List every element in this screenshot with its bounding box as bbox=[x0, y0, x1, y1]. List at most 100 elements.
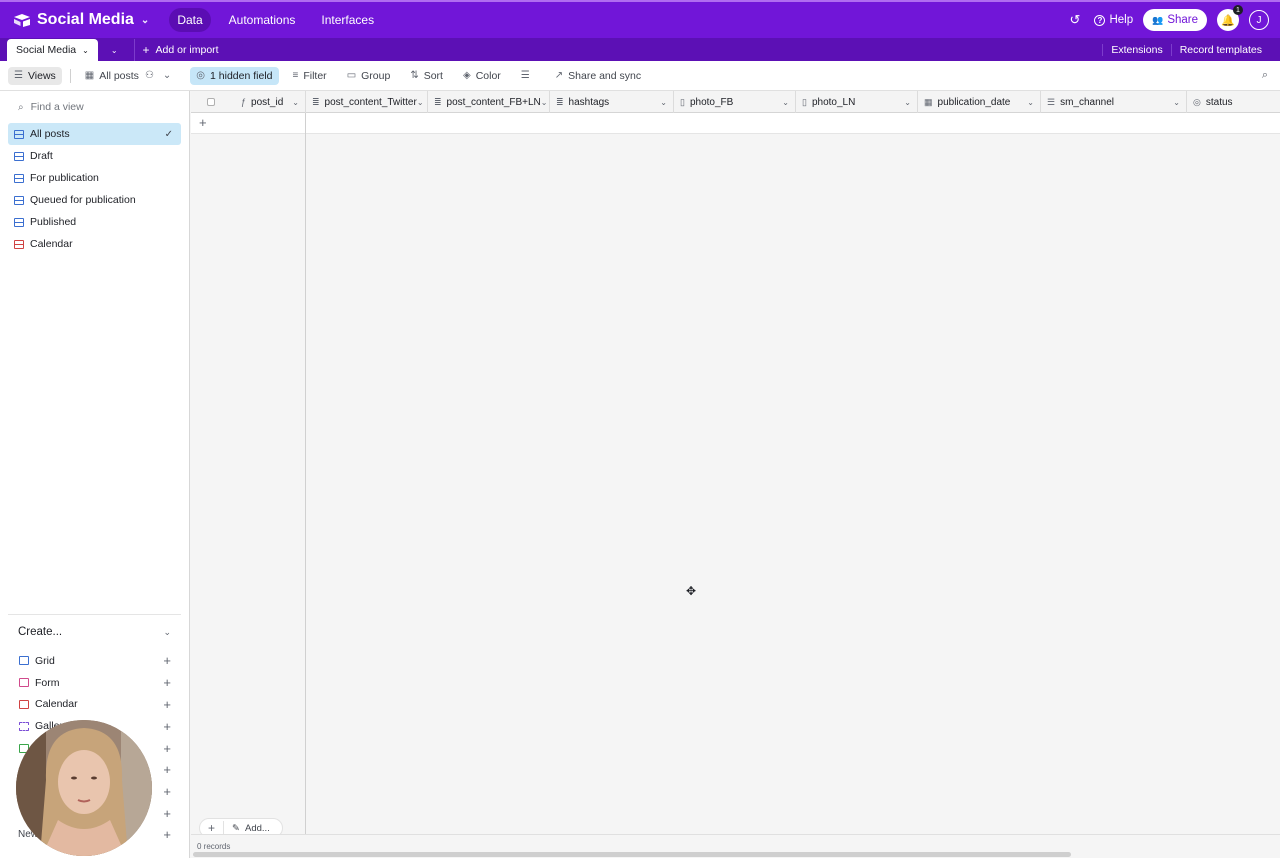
column-header-sm-channel[interactable]: ☰ sm_channel ⌄ bbox=[1041, 91, 1187, 113]
group-label: Group bbox=[361, 69, 391, 82]
plus-icon: + bbox=[163, 805, 171, 821]
views-toggle-button[interactable]: ☰ Views bbox=[8, 66, 62, 85]
share-and-sync-label: Share and sync bbox=[568, 69, 642, 82]
horizontal-scrollbar[interactable] bbox=[193, 852, 1071, 857]
view-item-label: Queued for publication bbox=[30, 194, 136, 206]
column-header-label: photo_LN bbox=[811, 96, 856, 108]
plus-icon[interactable]: + bbox=[163, 827, 171, 842]
group-button[interactable]: ▭ Group bbox=[341, 67, 397, 85]
view-item-for-publication[interactable]: For publication bbox=[8, 167, 181, 189]
current-view-menu[interactable]: ▦ All posts ⚇ ⌄ bbox=[79, 67, 183, 85]
column-header-hashtags[interactable]: ≣ hashtags ⌄ bbox=[550, 91, 674, 113]
long-text-icon: ≣ bbox=[434, 96, 442, 107]
chevron-down-icon: ⌄ bbox=[292, 97, 299, 107]
column-header-label: post_id bbox=[251, 96, 284, 108]
nav-data[interactable]: Data bbox=[169, 8, 211, 32]
view-toolbar: ☰ Views ▦ All posts ⚇ ⌄ ◎ 1 hidden field… bbox=[0, 61, 1280, 91]
column-header-post-id[interactable]: ƒ post_id ⌄ bbox=[231, 91, 306, 113]
table-tab-social-media[interactable]: Social Media ⌄ bbox=[7, 39, 98, 61]
column-header-publication-date[interactable]: ▦ publication_date ⌄ bbox=[918, 91, 1041, 113]
help-button[interactable]: ? Help bbox=[1094, 14, 1133, 26]
column-header-photo-ln[interactable]: ▯ photo_LN ⌄ bbox=[796, 91, 918, 113]
color-button[interactable]: ◈ Color bbox=[457, 67, 507, 85]
column-header-post-content-fb-ln[interactable]: ≣ post_content_FB+LN ⌄ bbox=[428, 91, 550, 113]
view-item-label: Calendar bbox=[30, 238, 73, 250]
calendar-view-icon bbox=[14, 239, 24, 249]
chevron-down-icon: ⌄ bbox=[416, 97, 424, 107]
row-height-button[interactable]: ☰ bbox=[515, 67, 541, 84]
column-header-photo-fb[interactable]: ▯ photo_FB ⌄ bbox=[674, 91, 796, 113]
calendar-view-icon bbox=[19, 699, 29, 709]
view-item-queued-for-publication[interactable]: Queued for publication bbox=[8, 189, 181, 211]
plus-icon: + bbox=[142, 43, 150, 57]
record-count: 0 records bbox=[197, 842, 231, 851]
plus-icon: + bbox=[163, 696, 171, 712]
chevron-down-icon: ⌄ bbox=[162, 70, 172, 81]
records-grid: + ƒ post_id ⌄ ≣ post_content_Twitter ⌄ ≣… bbox=[191, 91, 1280, 858]
find-view-input[interactable]: ⌕ Find a view bbox=[0, 91, 189, 123]
column-header-label: publication_date bbox=[937, 96, 1011, 108]
hamburger-icon: ☰ bbox=[14, 70, 23, 81]
question-icon: ? bbox=[1094, 14, 1106, 26]
tables-menu-chevron-icon[interactable]: ⌄ bbox=[111, 39, 118, 61]
add-or-import-button[interactable]: + Add or import bbox=[133, 39, 219, 61]
presenter-video-image bbox=[16, 720, 152, 856]
group-icon: ▭ bbox=[346, 70, 357, 81]
share-and-sync-button[interactable]: ↗ Share and sync bbox=[549, 67, 647, 85]
create-section-toggle[interactable]: Create... ⌄ bbox=[18, 626, 171, 638]
formula-icon: ƒ bbox=[241, 97, 247, 107]
share-button[interactable]: 👥 Share bbox=[1143, 9, 1207, 31]
chevron-down-icon: ⌄ bbox=[660, 97, 667, 107]
views-list: All posts ✓ Draft For publication Queued… bbox=[0, 123, 189, 255]
plus-icon: + bbox=[163, 653, 171, 669]
base-name-menu[interactable]: Social Media ⌄ bbox=[37, 11, 149, 29]
view-item-label: Published bbox=[30, 216, 77, 228]
hide-fields-button[interactable]: ◎ 1 hidden field bbox=[190, 66, 279, 85]
create-grid-view[interactable]: Grid + bbox=[19, 650, 171, 672]
external-share-icon: ↗ bbox=[554, 70, 564, 81]
view-item-published[interactable]: Published bbox=[8, 211, 181, 233]
multi-select-icon: ☰ bbox=[1047, 96, 1056, 107]
notifications-button[interactable]: 🔔 1 bbox=[1217, 5, 1243, 31]
create-calendar-view[interactable]: Calendar + bbox=[19, 694, 171, 716]
views-label: Views bbox=[27, 69, 56, 82]
find-view-placeholder: Find a view bbox=[30, 101, 84, 113]
column-header-label: status bbox=[1205, 96, 1233, 108]
column-header-status[interactable]: ◎ status bbox=[1187, 91, 1280, 113]
select-all-checkbox[interactable] bbox=[207, 98, 215, 106]
chevron-down-icon: ⌄ bbox=[782, 97, 789, 107]
select-all-cell[interactable] bbox=[191, 91, 231, 113]
paint-bucket-icon: ◈ bbox=[462, 70, 471, 81]
sort-button[interactable]: ⇅ Sort bbox=[404, 67, 449, 85]
history-icon[interactable]: ↺ bbox=[1070, 12, 1081, 28]
plus-icon[interactable]: + bbox=[200, 821, 225, 835]
create-form-view[interactable]: Form + bbox=[19, 672, 171, 694]
view-item-all-posts[interactable]: All posts ✓ bbox=[8, 123, 181, 145]
user-avatar[interactable]: J bbox=[1249, 10, 1269, 30]
airtable-logo-icon[interactable] bbox=[13, 13, 31, 27]
nav-interfaces[interactable]: Interfaces bbox=[313, 8, 382, 32]
add-label[interactable]: Add... bbox=[245, 823, 270, 834]
table-tab-label: Social Media bbox=[16, 44, 77, 56]
view-item-draft[interactable]: Draft bbox=[8, 145, 181, 167]
view-item-calendar[interactable]: Calendar bbox=[8, 233, 181, 255]
filter-label: Filter bbox=[303, 69, 327, 82]
filter-button[interactable]: ≡ Filter bbox=[287, 67, 333, 85]
chevron-down-icon: ⌄ bbox=[82, 45, 89, 55]
view-item-label: Draft bbox=[30, 150, 53, 162]
record-templates-button[interactable]: Record templates bbox=[1170, 44, 1280, 56]
nav-automations[interactable]: Automations bbox=[221, 8, 304, 32]
search-icon[interactable]: ⌕ bbox=[1262, 69, 1268, 82]
extensions-button[interactable]: Extensions bbox=[1102, 44, 1170, 56]
attachment-icon: ▯ bbox=[802, 96, 807, 107]
create-title: Create... bbox=[18, 626, 63, 638]
attachment-icon: ▯ bbox=[680, 96, 685, 107]
add-record-row[interactable] bbox=[191, 113, 1280, 134]
long-text-icon: ≣ bbox=[556, 96, 564, 107]
view-item-label: For publication bbox=[30, 172, 99, 184]
column-header-post-content-twitter[interactable]: ≣ post_content_Twitter ⌄ bbox=[306, 91, 428, 113]
chevron-down-icon: ⌄ bbox=[1173, 97, 1180, 107]
chevron-down-icon: ⌄ bbox=[140, 14, 150, 26]
magic-wand-icon: ✎ bbox=[232, 822, 240, 834]
filter-icon: ≡ bbox=[292, 70, 299, 81]
